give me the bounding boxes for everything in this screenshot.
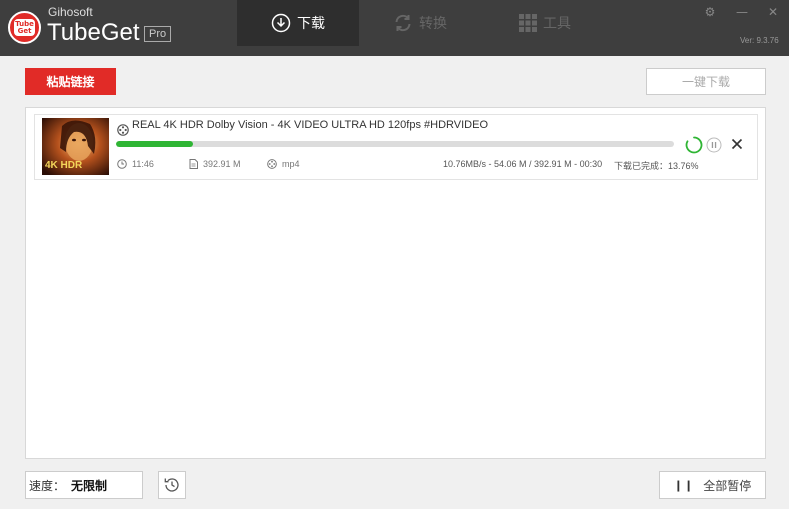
history-button[interactable] [158,471,186,499]
size-info: 392.91 M [189,159,241,169]
download-item[interactable]: 4K HDR REAL 4K HDR Dolby Vision - 4K VID… [34,114,758,180]
download-list: 4K HDR REAL 4K HDR Dolby Vision - 4K VID… [25,107,766,459]
video-title: REAL 4K HDR Dolby Vision - 4K VIDEO ULTR… [132,119,488,131]
tab-tools-label: 工具 [543,16,571,32]
grid-icon [519,14,537,32]
tab-download[interactable]: 下载 [237,0,359,46]
download-progress-fill [116,141,193,147]
close-window-button[interactable]: ✕ [762,4,784,20]
download-progress-bar [116,141,674,147]
thumbnail-label: 4K HDR [45,160,83,171]
edition-badge: Pro [144,26,172,42]
pause-all-button[interactable]: ❙❙ 全部暂停 [659,471,766,499]
brand-company: Gihosoft [48,5,93,19]
pause-all-label: 全部暂停 [703,478,752,493]
history-icon [164,478,179,492]
speed-value: 无限制 [71,478,108,493]
remove-download-button[interactable] [729,136,745,156]
logo-text-bottom: Get [17,26,32,35]
clock-icon [117,159,127,169]
film-reel-icon [117,121,129,140]
paste-link-button[interactable]: 粘贴链接 [25,68,116,95]
format-info: mp4 [267,159,300,169]
format-value: mp4 [282,159,300,169]
settings-icon[interactable]: ⚙ [699,4,721,20]
minimize-button[interactable]: — [731,4,753,20]
convert-icon [393,13,413,33]
pause-download-button[interactable] [706,137,722,157]
title-bar: Tube Get Gihosoft TubeGet Pro 下载 转换 工具 ⚙… [0,0,789,56]
speed-label: 速度： [29,478,66,493]
duration-value: 11:46 [132,159,154,169]
download-icon [271,13,291,33]
version-label: Ver: 9.3.76 [740,36,779,45]
film-reel-icon [267,159,277,169]
brand-name: TubeGet [47,19,140,46]
one-click-download-button[interactable]: 一键下载 [646,68,766,95]
loading-spinner-icon [685,136,703,158]
app-logo: Tube Get [8,11,41,44]
speed-limit-selector[interactable]: 速度： 无限制 [25,471,143,499]
speed-info: 10.76MB/s - 54.06 M / 392.91 M - 00:30 [443,159,603,169]
pause-icon: ❙❙ [673,478,695,492]
tab-convert[interactable]: 转换 [370,0,470,46]
tab-tools[interactable]: 工具 [495,0,595,46]
size-value: 392.91 M [203,159,241,169]
tab-download-label: 下载 [297,16,325,32]
duration-info: 11:46 [117,159,154,169]
download-status: 下载已完成：13.76% [614,161,699,171]
video-thumbnail: 4K HDR [42,118,109,175]
tab-convert-label: 转换 [419,16,447,32]
file-icon [189,159,198,169]
